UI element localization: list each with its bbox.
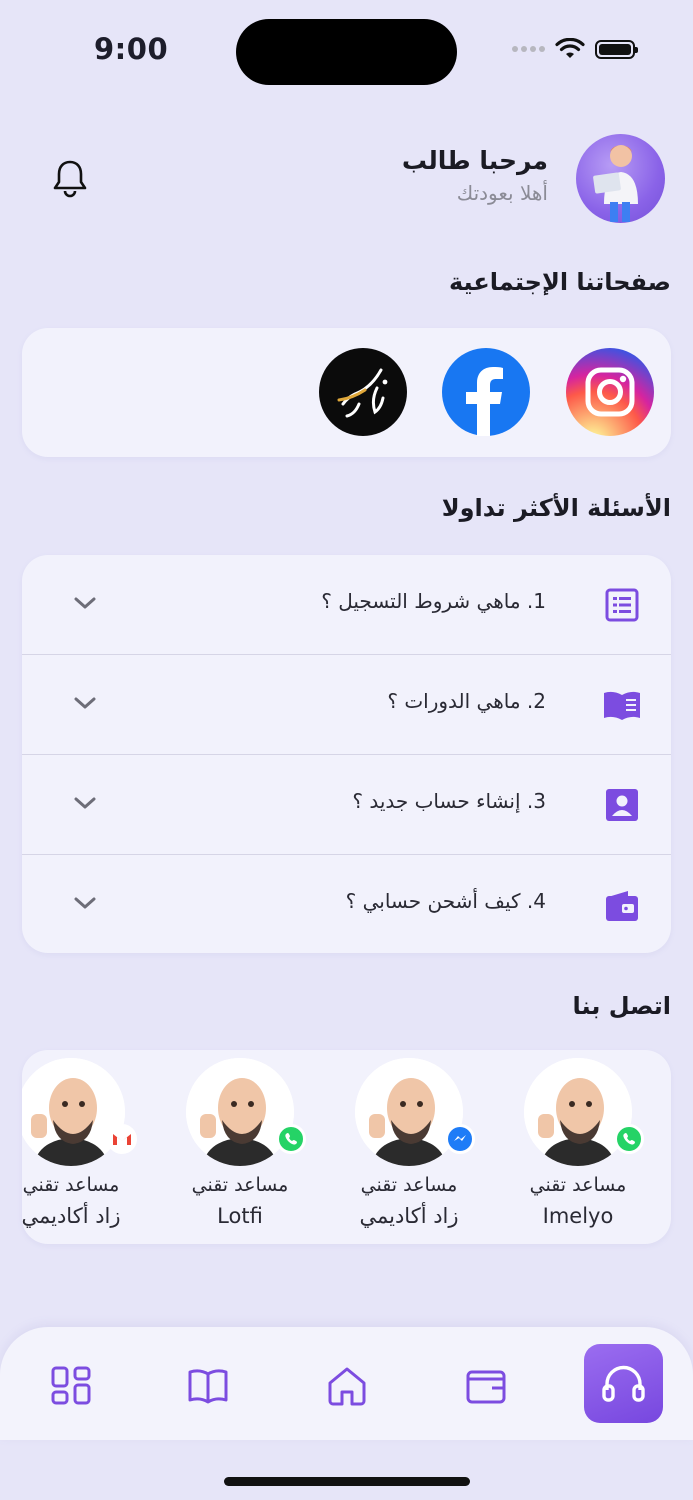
contact-role: مساعد تقني bbox=[22, 1174, 120, 1196]
faq-item[interactable]: 2. ماهي الدورات ؟ bbox=[22, 655, 671, 755]
brand-logo bbox=[337, 368, 388, 418]
contact-role: مساعد تقني bbox=[360, 1174, 458, 1196]
faq-card: 1. ماهي شروط التسجيل ؟ 2. ماهي الدورات ؟… bbox=[22, 555, 671, 953]
dynamic-island bbox=[236, 19, 457, 85]
home-nav-icon[interactable] bbox=[325, 1364, 369, 1408]
assistant-memoji-icon bbox=[186, 1058, 294, 1166]
contact-name: Imelyo bbox=[542, 1204, 614, 1228]
chevron-down-icon[interactable] bbox=[72, 593, 98, 613]
account-icon bbox=[606, 789, 638, 821]
facebook-icon bbox=[466, 367, 503, 436]
courses-nav-icon[interactable] bbox=[186, 1364, 230, 1408]
social-card bbox=[22, 328, 671, 457]
facebook-button[interactable] bbox=[442, 348, 530, 436]
list-icon bbox=[605, 588, 639, 622]
status-time: 9:00 bbox=[94, 32, 169, 66]
instagram-icon bbox=[585, 367, 635, 417]
greeting-title: مرحبا طالب bbox=[401, 146, 548, 175]
brand-button[interactable] bbox=[319, 348, 407, 436]
assistant-memoji-icon bbox=[355, 1058, 463, 1166]
assistant-avatar bbox=[22, 1058, 137, 1166]
faq-question: 3. إنشاء حساب جديد ؟ bbox=[352, 789, 546, 813]
headphones-icon bbox=[602, 1365, 645, 1402]
contacts-card: مساعد تقني Imelyo مساعد تقني زاد أكاديمي bbox=[22, 1050, 671, 1244]
memoji-avatar-icon bbox=[593, 145, 638, 222]
contact-name: زاد أكاديمي bbox=[359, 1204, 459, 1228]
faq-question: 2. ماهي الدورات ؟ bbox=[387, 689, 546, 713]
chevron-down-icon[interactable] bbox=[72, 793, 98, 813]
faq-question: 4. كيف أشحن حسابي ؟ bbox=[345, 889, 546, 913]
book-icon bbox=[604, 691, 640, 720]
faq-question: 1. ماهي شروط التسجيل ؟ bbox=[321, 589, 546, 613]
gmail-icon bbox=[107, 1124, 137, 1154]
whatsapp-icon bbox=[614, 1124, 644, 1154]
home-indicator bbox=[224, 1477, 470, 1486]
contact-name: Lotfi bbox=[217, 1204, 263, 1228]
contact-item[interactable]: مساعد تقني Imelyo bbox=[498, 1058, 658, 1228]
wallet-nav-icon[interactable] bbox=[464, 1364, 508, 1408]
assistant-avatar bbox=[355, 1058, 475, 1166]
support-nav-button[interactable] bbox=[584, 1344, 663, 1423]
assistant-avatar bbox=[524, 1058, 644, 1166]
status-icons bbox=[512, 38, 638, 60]
faq-section-title: الأسئلة الأكثر تداولا bbox=[441, 494, 671, 522]
contact-item[interactable]: مساعد تقني زاد أكاديمي bbox=[22, 1058, 151, 1228]
dashboard-nav-icon[interactable] bbox=[49, 1364, 93, 1408]
faq-item[interactable]: 1. ماهي شروط التسجيل ؟ bbox=[22, 555, 671, 655]
contact-role: مساعد تقني bbox=[529, 1174, 627, 1196]
contact-name: زاد أكاديمي bbox=[22, 1204, 121, 1228]
wifi-icon bbox=[555, 38, 585, 58]
messenger-icon bbox=[445, 1124, 475, 1154]
contact-section-title: اتصل بنا bbox=[572, 992, 671, 1020]
greeting-subtitle: أهلا بعودتك bbox=[456, 181, 548, 205]
wallet-icon bbox=[606, 891, 638, 921]
cellular-signal-icon bbox=[512, 46, 545, 52]
whatsapp-icon bbox=[276, 1124, 306, 1154]
faq-item[interactable]: 4. كيف أشحن حسابي ؟ bbox=[22, 855, 671, 953]
contact-item[interactable]: مساعد تقني زاد أكاديمي bbox=[329, 1058, 489, 1228]
profile-avatar[interactable] bbox=[576, 134, 665, 223]
notification-bell-icon[interactable] bbox=[52, 158, 88, 198]
contact-item[interactable]: مساعد تقني Lotfi bbox=[160, 1058, 320, 1228]
instagram-button[interactable] bbox=[566, 348, 654, 436]
assistant-memoji-icon bbox=[524, 1058, 632, 1166]
faq-item[interactable]: 3. إنشاء حساب جديد ؟ bbox=[22, 755, 671, 855]
chevron-down-icon[interactable] bbox=[72, 693, 98, 713]
assistant-avatar bbox=[186, 1058, 306, 1166]
battery-icon bbox=[595, 39, 638, 59]
greeting-block: مرحبا طالب أهلا بعودتك bbox=[402, 146, 548, 205]
contact-role: مساعد تقني bbox=[191, 1174, 289, 1196]
social-section-title: صفحاتنا الإجتماعية bbox=[449, 268, 671, 296]
chevron-down-icon[interactable] bbox=[72, 893, 98, 913]
